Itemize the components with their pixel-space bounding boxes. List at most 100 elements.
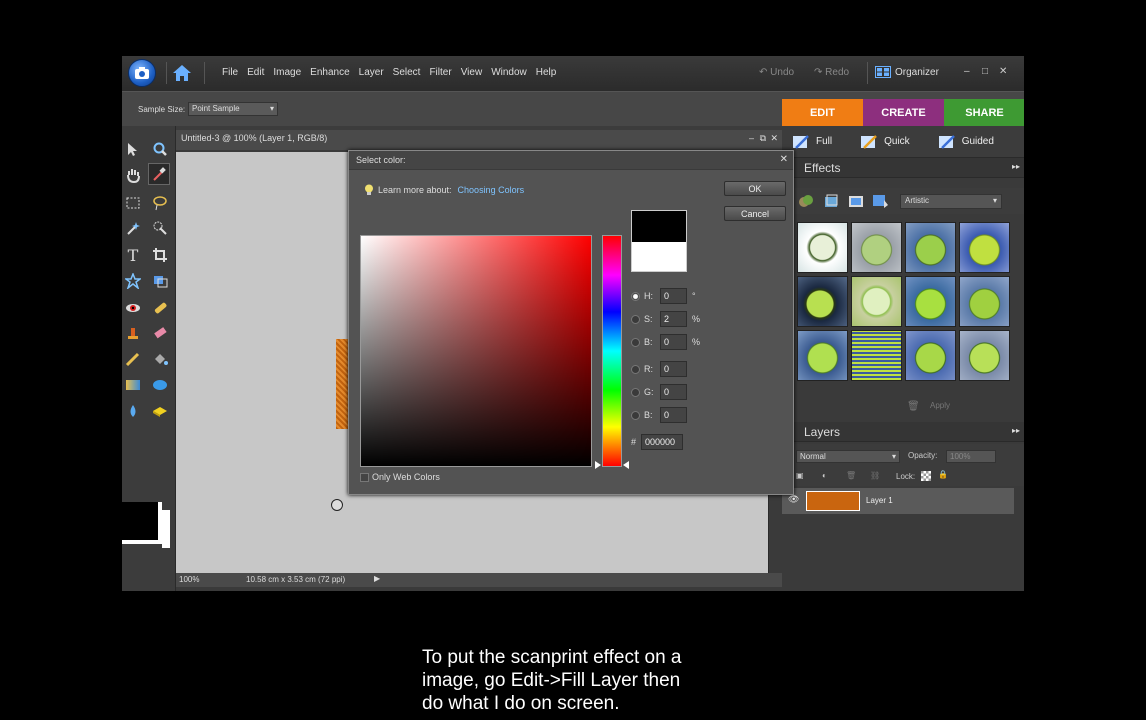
organizer-button[interactable]: Organizer <box>875 66 939 78</box>
red-eye-tool-icon[interactable] <box>122 297 144 319</box>
hue-slider-handle-right[interactable] <box>623 461 629 469</box>
shape-tool-icon[interactable] <box>149 374 171 396</box>
hex-input[interactable]: 000000 <box>641 434 684 450</box>
clone-stamp-tool-icon[interactable] <box>122 322 144 344</box>
magic-wand-tool-icon[interactable] <box>122 217 144 239</box>
choosing-colors-link[interactable]: Choosing Colors <box>458 185 525 195</box>
minimize-icon[interactable]: – <box>964 66 970 77</box>
only-web-colors-checkbox[interactable] <box>360 472 369 482</box>
adjustment-layer-icon[interactable]: ◐ <box>822 471 827 480</box>
opacity-field[interactable]: 100% <box>946 450 996 463</box>
type-tool-icon[interactable]: T <box>122 244 144 266</box>
healing-brush-tool-icon[interactable] <box>149 297 171 319</box>
home-icon[interactable] <box>172 64 192 82</box>
tab-edit[interactable]: EDIT <box>782 99 863 126</box>
menu-file[interactable]: File <box>222 67 238 78</box>
menu-layer[interactable]: Layer <box>359 67 384 78</box>
green-input[interactable]: 0 <box>660 384 687 400</box>
lock-transparency-icon[interactable] <box>921 471 931 481</box>
effect-thumbnail[interactable] <box>797 276 848 327</box>
delete-layer-icon[interactable]: 🗑 <box>846 471 856 480</box>
close-icon[interactable]: ✕ <box>999 66 1007 77</box>
brightness-input[interactable]: 0 <box>660 334 687 350</box>
eraser-tool-icon[interactable] <box>149 322 171 344</box>
cancel-button[interactable]: Cancel <box>724 206 786 221</box>
quick-selection-tool-icon[interactable] <box>149 217 171 239</box>
tab-share[interactable]: SHARE <box>944 99 1024 126</box>
sample-size-select[interactable]: Point Sample ▾ <box>188 102 278 116</box>
current-color-swatch[interactable] <box>632 242 686 271</box>
green-radio[interactable] <box>631 387 640 397</box>
eyedropper-tool-icon[interactable] <box>148 163 170 185</box>
paint-bucket-tool-icon[interactable] <box>149 348 171 370</box>
lasso-tool-icon[interactable] <box>149 192 171 214</box>
apply-effect-button[interactable]: Apply <box>930 401 950 410</box>
effects-category-select[interactable]: Artistic ▾ <box>900 194 1002 209</box>
panel-menu-icon[interactable]: ▸▸ <box>1012 162 1020 171</box>
pencil-tool-icon[interactable] <box>122 348 144 370</box>
doc-minimize-icon[interactable]: – <box>749 133 754 143</box>
sponge-tool-icon[interactable] <box>149 400 171 422</box>
menu-view[interactable]: View <box>461 67 483 78</box>
only-web-colors-row[interactable]: Only Web Colors <box>360 472 440 482</box>
new-layer-icon[interactable]: ▣ <box>796 471 804 480</box>
effect-thumbnail[interactable] <box>959 222 1010 273</box>
menu-window[interactable]: Window <box>491 67 527 78</box>
saturation-brightness-field[interactable] <box>360 235 592 467</box>
menu-edit[interactable]: Edit <box>247 67 264 78</box>
red-input[interactable]: 0 <box>660 361 687 377</box>
gradient-tool-icon[interactable] <box>122 374 144 396</box>
crop-tool-icon[interactable] <box>149 244 171 266</box>
hue-slider-handle-left[interactable] <box>595 461 601 469</box>
hand-tool-icon[interactable] <box>122 164 144 186</box>
close-icon[interactable]: ✕ <box>780 154 788 165</box>
undo-button[interactable]: ↶ Undo <box>759 67 794 78</box>
mode-full[interactable]: Full <box>792 134 832 150</box>
move-tool-icon[interactable] <box>122 138 144 160</box>
panel-menu-icon[interactable]: ▸▸ <box>1012 426 1020 435</box>
recompose-tool-icon[interactable] <box>149 270 171 292</box>
hue-radio[interactable] <box>631 291 640 301</box>
eye-visibility-icon[interactable]: 👁 <box>788 494 799 505</box>
redo-button[interactable]: ↷ Redo <box>814 67 849 78</box>
layer-row[interactable]: 👁 Layer 1 <box>782 488 1014 514</box>
effect-thumbnail[interactable] <box>959 276 1010 327</box>
red-radio[interactable] <box>631 364 640 374</box>
effect-thumbnail[interactable] <box>851 330 902 381</box>
effect-thumbnail[interactable] <box>905 330 956 381</box>
layer-styles-icon[interactable] <box>823 193 839 209</box>
hue-slider[interactable] <box>602 235 622 467</box>
effect-thumbnail[interactable] <box>797 330 848 381</box>
ok-button[interactable]: OK <box>724 181 786 196</box>
brightness-radio[interactable] <box>631 337 640 347</box>
saturation-input[interactable]: 2 <box>660 311 687 327</box>
status-menu-arrow-icon[interactable]: ▶ <box>374 574 380 583</box>
menu-filter[interactable]: Filter <box>429 67 451 78</box>
menu-enhance[interactable]: Enhance <box>310 67 349 78</box>
blend-mode-select[interactable]: Normal ▾ <box>796 450 900 463</box>
foreground-color-swatch[interactable] <box>122 502 162 544</box>
lock-all-icon[interactable]: 🔒 <box>938 470 948 479</box>
effect-thumbnail[interactable] <box>905 222 956 273</box>
blur-tool-icon[interactable] <box>122 400 144 422</box>
filters-icon[interactable] <box>798 193 814 209</box>
effect-thumbnail[interactable] <box>797 222 848 273</box>
blue-radio[interactable] <box>631 410 640 420</box>
menu-select[interactable]: Select <box>393 67 421 78</box>
effect-thumbnail[interactable] <box>851 276 902 327</box>
mode-quick[interactable]: Quick <box>860 134 910 150</box>
background-color-swatch[interactable] <box>162 510 170 548</box>
cookie-cutter-tool-icon[interactable] <box>122 270 144 292</box>
layers-panel-header[interactable]: Layers ▸▸ <box>782 422 1024 442</box>
marquee-tool-icon[interactable] <box>122 192 144 214</box>
blue-input[interactable]: 0 <box>660 407 687 423</box>
effects-panel-header[interactable]: Effects ▸▸ <box>782 158 1024 178</box>
zoom-tool-icon[interactable] <box>149 138 171 160</box>
app-logo-icon[interactable] <box>128 59 156 87</box>
tab-create[interactable]: CREATE <box>863 99 944 126</box>
mode-guided[interactable]: Guided <box>938 134 994 150</box>
maximize-icon[interactable]: □ <box>982 66 988 77</box>
trash-icon[interactable]: 🗑 <box>907 401 920 412</box>
link-layers-icon[interactable]: ⛓ <box>870 471 880 480</box>
all-effects-icon[interactable] <box>872 192 890 210</box>
